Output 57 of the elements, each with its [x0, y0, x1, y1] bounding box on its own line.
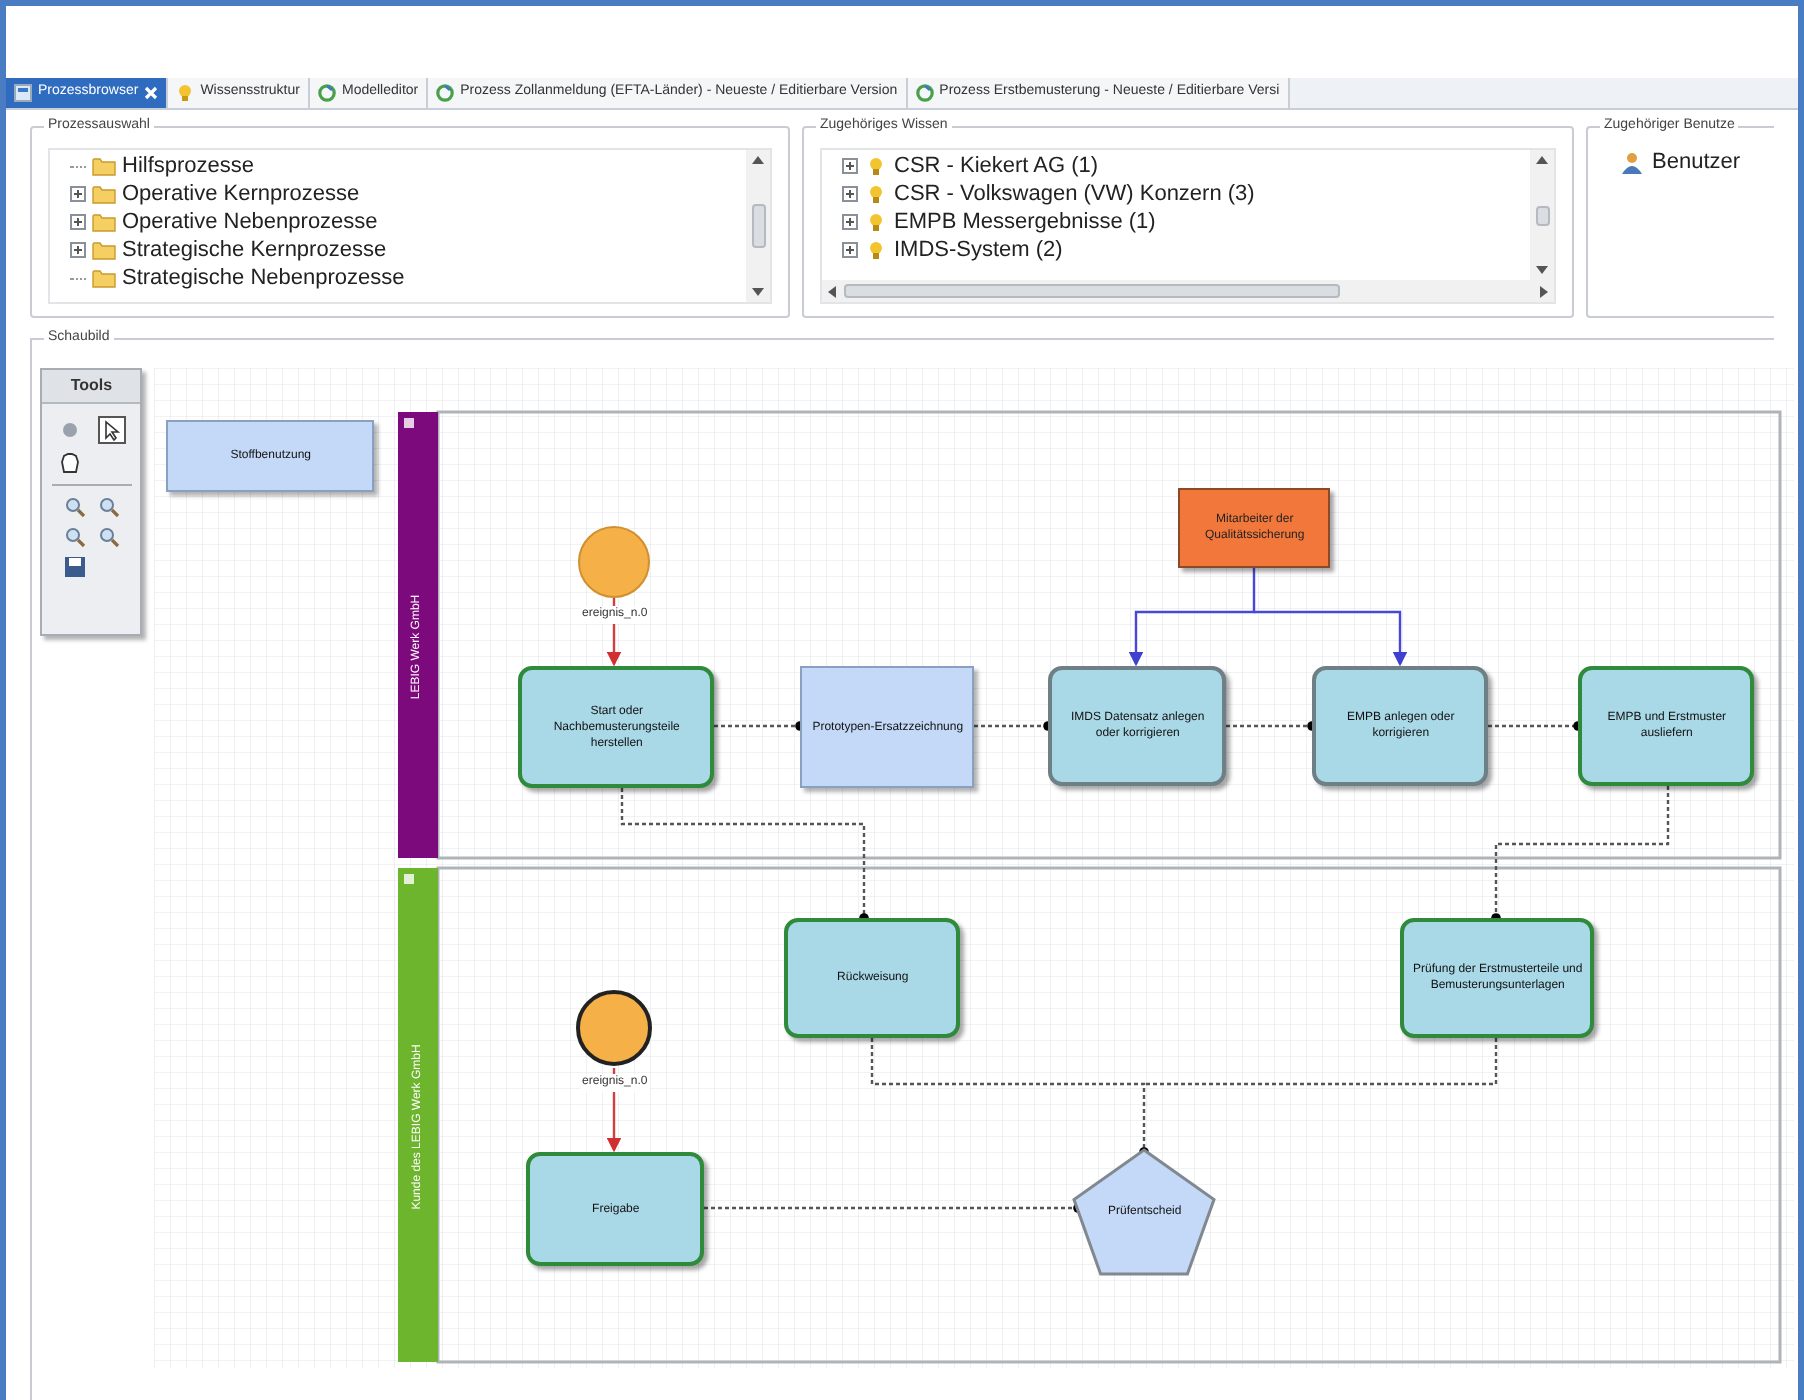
- tree-item[interactable]: CSR - Volkswagen (VW) Konzern (3): [894, 177, 1255, 211]
- scroll-down-icon[interactable]: [752, 288, 764, 296]
- cycle-icon: [317, 84, 336, 102]
- tree-item[interactable]: Strategische Kernprozesse: [122, 233, 387, 267]
- close-icon[interactable]: [144, 86, 159, 100]
- expand-icon[interactable]: [70, 214, 86, 230]
- tree-item[interactable]: EMPB Messergebnisse (1): [894, 205, 1156, 239]
- zoom-out-icon[interactable]: [97, 496, 120, 518]
- scroll-thumb[interactable]: [751, 204, 765, 248]
- scroll-right-icon[interactable]: [1540, 285, 1548, 297]
- folder-icon: [92, 212, 116, 232]
- lightbulb-icon: [176, 84, 195, 102]
- expand-icon[interactable]: [842, 158, 858, 174]
- user-icon: [1620, 151, 1644, 173]
- tree-item[interactable]: Strategische Nebenprozesse: [122, 261, 405, 295]
- tree-item[interactable]: Benutzer: [1652, 145, 1741, 179]
- tree-item[interactable]: Operative Nebenprozesse: [122, 205, 378, 239]
- lightbulb-icon: [866, 240, 886, 260]
- lightbulb-icon: [866, 184, 886, 204]
- lightbulb-icon: [866, 212, 886, 232]
- save-icon[interactable]: [63, 556, 86, 578]
- zoom-fit-icon[interactable]: [97, 526, 120, 548]
- scroll-down-icon[interactable]: [1536, 266, 1548, 274]
- connector-line: [1488, 721, 1584, 731]
- tree-item[interactable]: IMDS-System (2): [894, 233, 1063, 267]
- horizontal-scrollbar[interactable]: [822, 280, 1554, 302]
- palette-title: Tools: [42, 370, 141, 404]
- expand-icon[interactable]: [70, 242, 86, 258]
- cycle-icon: [436, 84, 455, 102]
- expand-icon[interactable]: [842, 214, 858, 230]
- scroll-thumb[interactable]: [1535, 205, 1549, 225]
- scroll-up-icon[interactable]: [752, 156, 764, 164]
- lightbulb-icon: [866, 156, 886, 176]
- connector-line: [1226, 721, 1318, 731]
- browser-icon: [14, 84, 32, 102]
- folder-icon: [92, 184, 116, 204]
- tree-item[interactable]: Hilfsprozesse: [122, 149, 255, 183]
- folder-icon: [92, 240, 116, 260]
- expand-icon[interactable]: [842, 242, 858, 258]
- scrollbar[interactable]: [746, 150, 770, 302]
- connector-line: [714, 721, 806, 731]
- expand-icon[interactable]: [842, 186, 858, 202]
- tree-item[interactable]: Operative Kernprozesse: [122, 177, 360, 211]
- scrollbar[interactable]: [1530, 150, 1554, 280]
- expand-icon[interactable]: [70, 186, 86, 202]
- folder-icon: [92, 268, 116, 288]
- scroll-thumb[interactable]: [844, 284, 1340, 298]
- folder-icon: [92, 156, 116, 176]
- zoom-icon[interactable]: [63, 526, 86, 548]
- scroll-left-icon[interactable]: [828, 285, 836, 297]
- connector-line: [974, 721, 1054, 731]
- tree-item[interactable]: CSR - Kiekert AG (1): [894, 150, 1099, 183]
- lane-marker-icon: [404, 418, 415, 428]
- lane-marker-icon: [404, 874, 415, 884]
- scroll-up-icon[interactable]: [1536, 156, 1548, 164]
- cycle-icon: [915, 84, 934, 102]
- zoom-in-icon[interactable]: [63, 496, 86, 518]
